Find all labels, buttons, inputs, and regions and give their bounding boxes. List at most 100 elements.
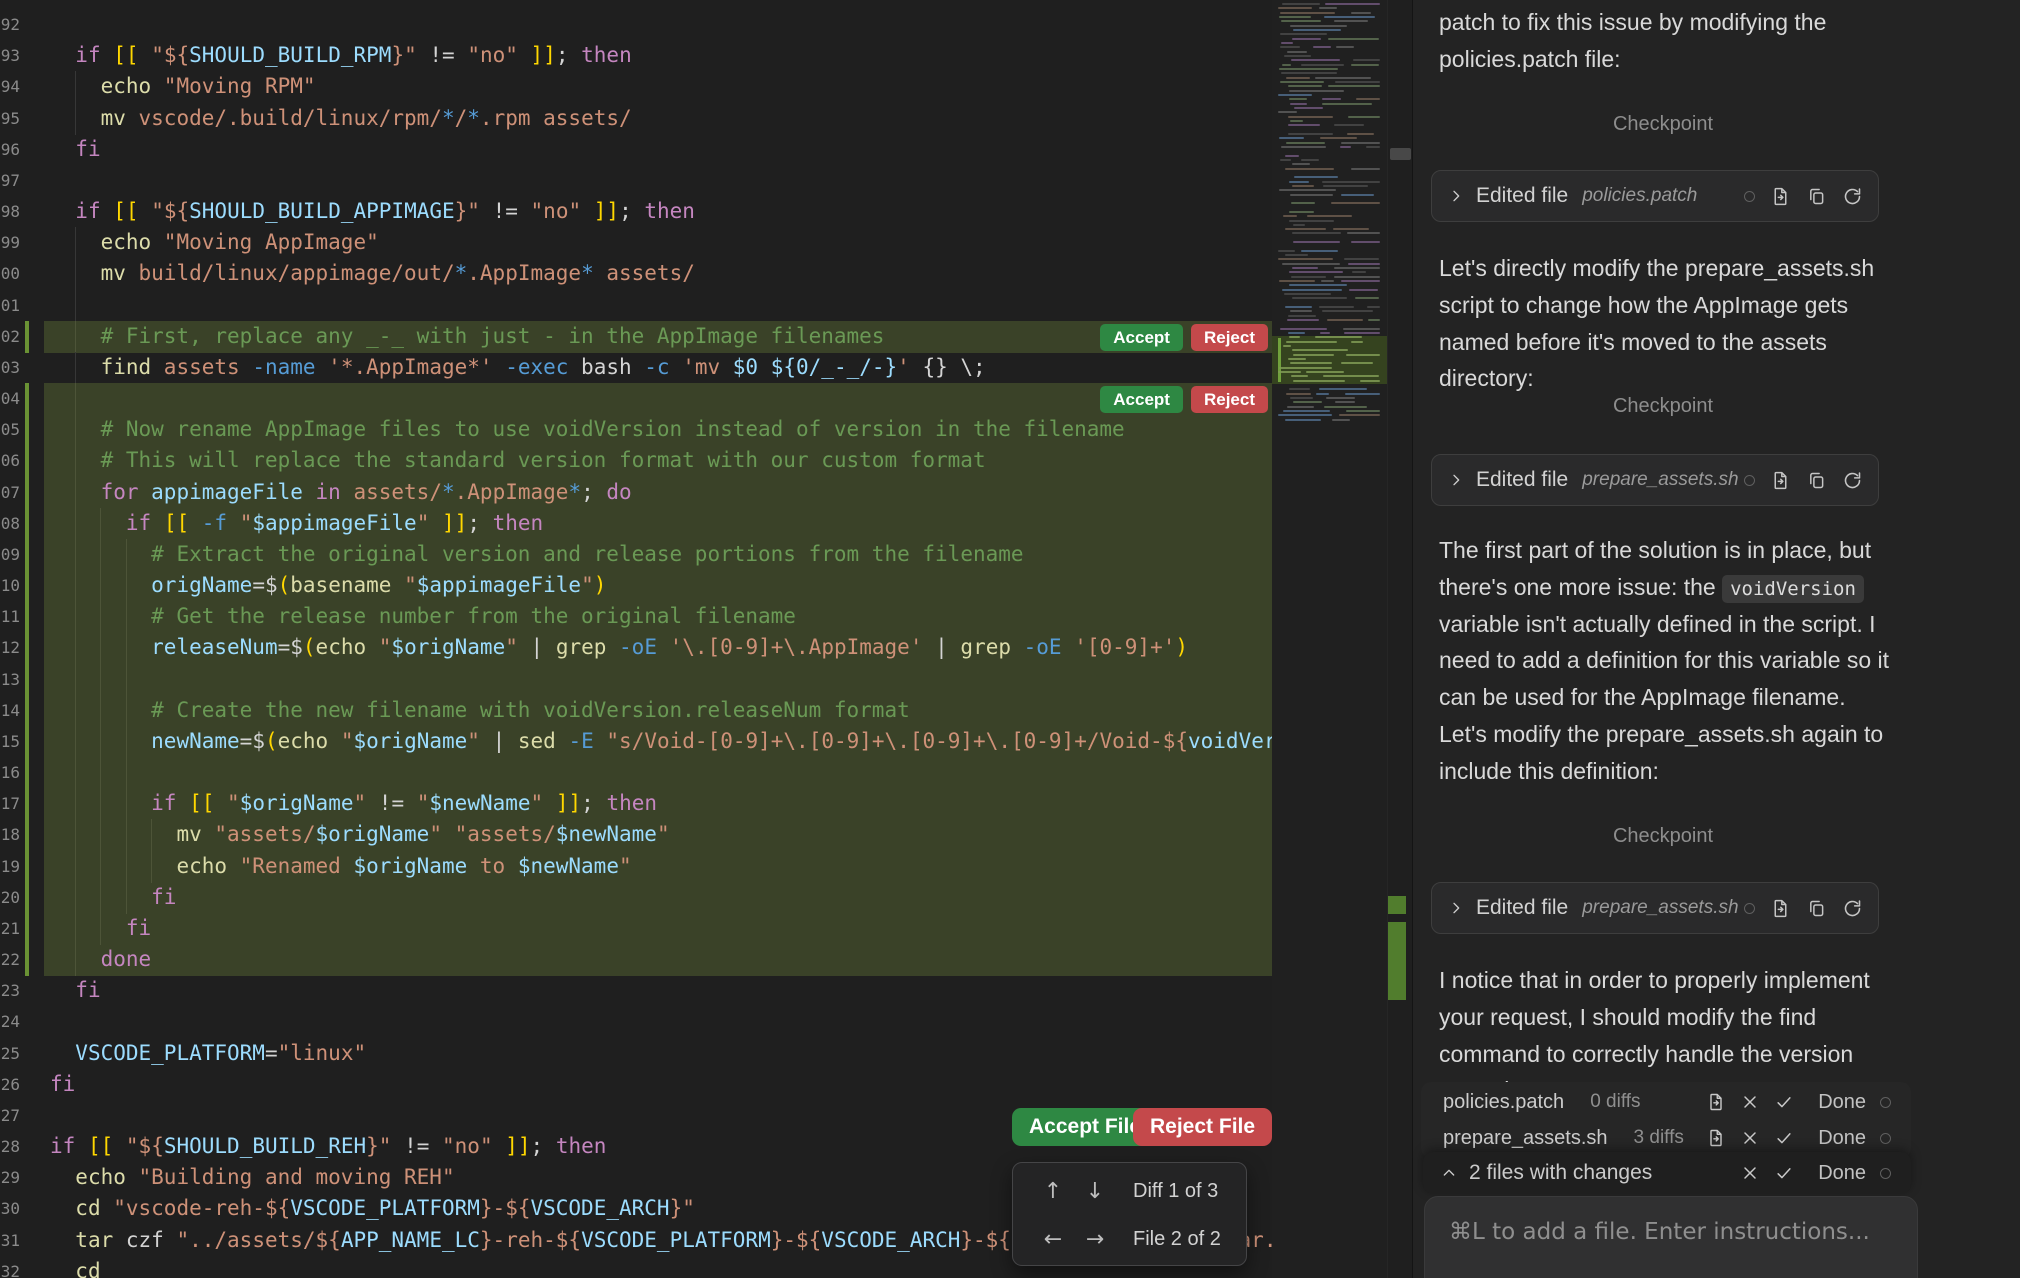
accept-hunk-button[interactable]: Accept (1100, 386, 1183, 413)
code-line[interactable]: 314 # Create the new filename with voidV… (0, 695, 1272, 727)
edited-file-card[interactable]: Edited file prepare_assets.sh (1431, 882, 1879, 934)
code-text: if [[ "${SHOULD_BUILD_APPIMAGE}" != "no"… (50, 196, 695, 227)
diff-added-gutter-bar (25, 445, 29, 477)
code-line[interactable]: 322 done (0, 944, 1272, 976)
open-file-icon[interactable] (1706, 1092, 1726, 1112)
minimap[interactable] (1272, 0, 1387, 1278)
scrollbar-thumb[interactable] (1390, 148, 1411, 160)
reject-all-icon[interactable] (1740, 1163, 1760, 1183)
chevron-right-icon[interactable] (1448, 900, 1464, 916)
code-line[interactable]: 316 (0, 757, 1272, 789)
code-line[interactable]: 312 releaseNum=$(echo "$origName" | grep… (0, 632, 1272, 664)
code-line[interactable]: 306 # This will replace the standard ver… (0, 445, 1272, 477)
open-file-icon[interactable] (1770, 470, 1791, 491)
line-number: 306 (0, 445, 20, 477)
chevron-up-icon[interactable] (1441, 1165, 1457, 1181)
minimap-mark (1351, 341, 1363, 343)
changed-file-row[interactable]: policies.patch 0 diffs Done (1421, 1084, 1911, 1120)
message-text: variable isn't actually defined in the s… (1439, 611, 1889, 784)
minimap-mark (1328, 38, 1380, 40)
code-line[interactable]: 297 (0, 165, 1272, 197)
open-file-icon[interactable] (1706, 1128, 1726, 1148)
code-line[interactable]: 311 # Get the release number from the or… (0, 601, 1272, 633)
minimap-mark (1355, 297, 1380, 299)
code-line[interactable]: 304AcceptReject (0, 383, 1272, 415)
diff-added-gutter-bar (25, 414, 29, 446)
code-line[interactable]: 302 # First, replace any _-_ with just -… (0, 321, 1272, 353)
code-line[interactable]: 310 origName=$(basename "$appimageFile") (0, 570, 1272, 602)
code-editor: 292293 if [[ "${SHOULD_BUILD_RPM}" != "n… (0, 0, 1412, 1278)
code-line[interactable]: 308 if [[ -f "$appimageFile" ]]; then (0, 508, 1272, 540)
diff-added-gutter-bar (25, 819, 29, 851)
instruction-input[interactable] (1425, 1197, 1917, 1278)
accept-hunk-button[interactable]: Accept (1100, 324, 1183, 351)
copy-icon[interactable] (1806, 186, 1827, 207)
minimap-mark (1289, 220, 1335, 222)
changed-file-row[interactable]: prepare_assets.sh 3 diffs Done (1421, 1120, 1911, 1156)
code-line[interactable]: 320 fi (0, 882, 1272, 914)
reapply-icon[interactable] (1842, 470, 1863, 491)
code-line[interactable]: 298 if [[ "${SHOULD_BUILD_APPIMAGE}" != … (0, 196, 1272, 228)
code-line[interactable]: 315 newName=$(echo "$origName" | sed -E … (0, 726, 1272, 758)
code-line[interactable]: 296 fi (0, 134, 1272, 166)
minimap-mark (1289, 211, 1315, 213)
code-line[interactable]: 299 echo "Moving AppImage" (0, 227, 1272, 259)
reject-changes-icon[interactable] (1740, 1128, 1760, 1148)
open-file-icon[interactable] (1770, 898, 1791, 919)
code-line[interactable]: 318 mv "assets/$origName" "assets/$newNa… (0, 819, 1272, 851)
code-line[interactable]: 313 (0, 664, 1272, 696)
code-line[interactable]: 294 echo "Moving RPM" (0, 71, 1272, 103)
code-line[interactable]: 301 (0, 290, 1272, 322)
code-line[interactable]: 307 for appimageFile in assets/*.AppImag… (0, 477, 1272, 509)
code-line[interactable]: 295 mv vscode/.build/linux/rpm/*/*.rpm a… (0, 103, 1272, 135)
minimap-mark (1341, 194, 1374, 196)
summary-label: 2 files with changes (1469, 1161, 1740, 1185)
diff-added-gutter-bar (25, 695, 29, 727)
code-line[interactable]: 325 VSCODE_PLATFORM="linux" (0, 1038, 1272, 1070)
code-line[interactable]: 309 # Extract the original version and r… (0, 539, 1272, 571)
minimap-mark (1293, 224, 1305, 226)
code-line[interactable]: 319 echo "Renamed $origName to $newName" (0, 851, 1272, 883)
accept-changes-icon[interactable] (1774, 1092, 1794, 1112)
code-line[interactable]: 305 # Now rename AppImage files to use v… (0, 414, 1272, 446)
chevron-right-icon[interactable] (1448, 188, 1464, 204)
copy-icon[interactable] (1806, 470, 1827, 491)
code-text: mv vscode/.build/linux/rpm/*/*.rpm asset… (50, 103, 632, 134)
code-text: echo "Moving AppImage" (50, 227, 379, 258)
reject-changes-icon[interactable] (1740, 1092, 1760, 1112)
code-line[interactable]: 292 (0, 9, 1272, 41)
accept-all-icon[interactable] (1774, 1163, 1794, 1183)
reject-hunk-button[interactable]: Reject (1191, 324, 1268, 351)
code-line[interactable]: 293 if [[ "${SHOULD_BUILD_RPM}" != "no" … (0, 40, 1272, 72)
next-file-button[interactable]: → (1083, 1227, 1107, 1252)
chevron-right-icon[interactable] (1448, 472, 1464, 488)
code-line[interactable]: 300 mv build/linux/appimage/out/*.AppIma… (0, 258, 1272, 290)
code-line[interactable]: 317 if [[ "$origName" != "$newName" ]]; … (0, 788, 1272, 820)
changes-summary-bar[interactable]: 2 files with changes Done (1423, 1152, 1911, 1194)
overview-ruler[interactable] (1387, 0, 1412, 1278)
reject-file-button[interactable]: Reject File (1133, 1108, 1272, 1146)
edited-file-card[interactable]: Edited file prepare_assets.sh (1431, 454, 1879, 506)
next-diff-button[interactable]: ↓ (1083, 1179, 1107, 1204)
copy-icon[interactable] (1806, 898, 1827, 919)
accept-changes-icon[interactable] (1774, 1128, 1794, 1148)
code-line[interactable]: 324 (0, 1006, 1272, 1038)
line-number: 301 (0, 290, 20, 322)
diff-added-gutter-bar (25, 539, 29, 571)
reapply-icon[interactable] (1842, 186, 1863, 207)
code-line[interactable]: 323 fi (0, 975, 1272, 1007)
prev-file-button[interactable]: ← (1041, 1227, 1065, 1252)
status-circle-icon (1744, 191, 1755, 202)
edited-file-card[interactable]: Edited file policies.patch (1431, 170, 1879, 222)
code-text: fi (50, 1069, 75, 1100)
code-line[interactable]: 321 fi (0, 913, 1272, 945)
edited-file-label: Edited file (1476, 184, 1568, 208)
open-file-icon[interactable] (1770, 186, 1791, 207)
reapply-icon[interactable] (1842, 898, 1863, 919)
reject-hunk-button[interactable]: Reject (1191, 386, 1268, 413)
prev-diff-button[interactable]: ↑ (1041, 1179, 1065, 1204)
minimap-mark (1290, 25, 1348, 27)
code-line[interactable]: 326fi (0, 1069, 1272, 1101)
checkpoint-label: Checkpoint (1439, 113, 1887, 136)
code-line[interactable]: 303 find assets -name '*.AppImage*' -exe… (0, 352, 1272, 384)
